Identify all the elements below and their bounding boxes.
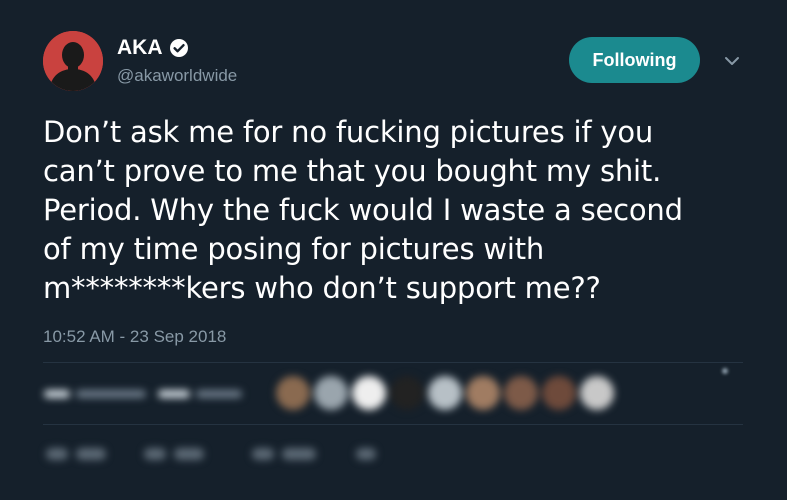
liker-avatar	[276, 376, 310, 410]
likes-label-blurred	[196, 390, 242, 398]
tweet-timestamp[interactable]: 10:52 AM - 23 Sep 2018	[43, 327, 226, 347]
like-count-action-blurred	[282, 448, 316, 460]
tweet-card: AKA @akaworldwide Following Don’t ask me…	[0, 0, 787, 500]
retweets-label-blurred	[76, 390, 146, 398]
verified-badge-icon	[169, 39, 188, 57]
retweet-icon[interactable]	[144, 448, 166, 460]
liker-avatar	[428, 376, 462, 410]
liker-avatar	[352, 376, 386, 410]
divider	[43, 424, 743, 425]
user-handle[interactable]: @akaworldwide	[117, 66, 237, 86]
tweet-actions-blurred	[40, 436, 760, 476]
avatar[interactable]	[43, 31, 103, 91]
retweet-count-blurred	[44, 390, 70, 398]
liker-avatar	[542, 376, 576, 410]
liker-avatar	[504, 376, 538, 410]
user-silhouette-icon	[43, 31, 103, 91]
liker-avatar	[580, 376, 614, 410]
reply-icon[interactable]	[46, 448, 68, 460]
message-icon[interactable]	[356, 448, 376, 460]
engagement-stats-blurred	[36, 368, 756, 422]
display-name[interactable]: AKA	[117, 36, 189, 60]
liker-avatar	[390, 376, 424, 410]
liker-avatar	[314, 376, 348, 410]
like-icon[interactable]	[252, 448, 274, 460]
display-name-text: AKA	[117, 36, 163, 59]
retweet-count-action-blurred	[174, 448, 204, 460]
following-button[interactable]: Following	[569, 37, 700, 83]
tweet-text: Don’t ask me for no fucking pictures if …	[43, 115, 683, 305]
chevron-down-icon[interactable]	[722, 54, 742, 68]
liker-avatar	[466, 376, 500, 410]
reply-count-blurred	[76, 448, 106, 460]
like-count-blurred	[158, 390, 190, 398]
divider	[43, 362, 743, 363]
